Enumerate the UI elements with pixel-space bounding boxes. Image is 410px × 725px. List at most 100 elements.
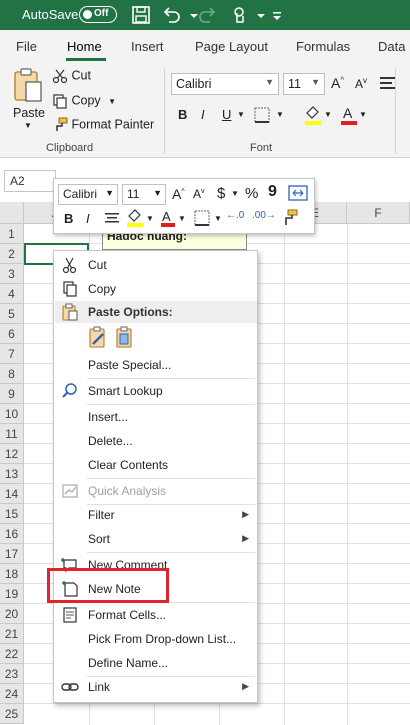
decrease-decimal-button[interactable]: .00→ xyxy=(252,210,276,221)
increase-decimal-button[interactable]: ←.0 xyxy=(226,210,244,221)
mini-fill-dropdown-icon[interactable]: ▼ xyxy=(146,214,154,223)
menu-item-quick-analysis[interactable]: Quick Analysis xyxy=(55,479,257,503)
menu-item-insert[interactable]: Insert... xyxy=(55,405,257,429)
name-box[interactable]: A2 xyxy=(4,170,56,192)
tab-home[interactable]: Home xyxy=(67,39,102,54)
row-header[interactable]: 3 xyxy=(0,264,24,284)
undo-icon[interactable] xyxy=(160,4,182,26)
paste-button[interactable]: Paste ▼ xyxy=(12,68,48,130)
touch-mode-icon[interactable] xyxy=(228,4,250,26)
row-header[interactable]: 14 xyxy=(0,484,24,504)
row-header[interactable]: 25 xyxy=(0,704,24,724)
tab-data[interactable]: Data xyxy=(378,39,405,54)
underline-dropdown-icon[interactable]: ▼ xyxy=(237,110,245,119)
row-header[interactable]: 12 xyxy=(0,444,24,464)
mini-borders-dropdown-icon[interactable]: ▼ xyxy=(214,214,222,223)
mini-fill-color-icon[interactable] xyxy=(126,208,144,231)
touch-dropdown-icon[interactable] xyxy=(250,4,265,26)
menu-item-cut[interactable]: Cut xyxy=(55,253,257,277)
mini-bold-button[interactable]: B xyxy=(64,211,73,226)
mini-italic-button[interactable]: I xyxy=(86,211,90,226)
mini-align-icon[interactable] xyxy=(104,210,120,229)
menu-item-smart-lookup[interactable]: Smart Lookup xyxy=(55,379,257,403)
paste-option-default[interactable] xyxy=(114,326,138,352)
comma-style-button[interactable]: 9 xyxy=(268,183,277,201)
bold-button[interactable]: B xyxy=(178,107,187,122)
menu-item-paste-special[interactable]: Paste Special... xyxy=(55,353,257,377)
grow-font-button[interactable]: A^ xyxy=(331,75,344,91)
menu-item-link[interactable]: Link ▶ xyxy=(55,675,257,699)
row-header[interactable]: 6 xyxy=(0,324,24,344)
row-header[interactable]: 21 xyxy=(0,624,24,644)
tab-formulas[interactable]: Formulas xyxy=(296,39,350,54)
row-header[interactable]: 2 xyxy=(0,244,24,264)
column-header[interactable]: F xyxy=(347,202,410,224)
menu-item-pick-from-list[interactable]: Pick From Drop-down List... xyxy=(55,627,257,651)
currency-dropdown-icon[interactable]: ▼ xyxy=(231,189,239,198)
paste-option-keep-formatting[interactable] xyxy=(87,326,111,352)
row-header[interactable]: 22 xyxy=(0,644,24,664)
shrink-font-button[interactable]: Av xyxy=(355,76,367,91)
row-header[interactable]: 16 xyxy=(0,524,24,544)
menu-item-format-cells[interactable]: Format Cells... xyxy=(55,603,257,627)
customize-qat-icon[interactable] xyxy=(266,4,281,26)
merge-center-icon[interactable] xyxy=(288,184,308,205)
select-all-corner[interactable] xyxy=(0,202,24,224)
row-header[interactable]: 13 xyxy=(0,464,24,484)
menu-item-delete[interactable]: Delete... xyxy=(55,429,257,453)
mini-font-color-icon[interactable]: A xyxy=(160,208,176,231)
row-header[interactable]: 23 xyxy=(0,664,24,684)
mini-format-painter-icon[interactable] xyxy=(280,209,298,230)
row-header[interactable]: 10 xyxy=(0,404,24,424)
percent-button[interactable]: % xyxy=(245,185,258,202)
row-header[interactable]: 8 xyxy=(0,364,24,384)
toggle-knob xyxy=(83,10,92,19)
menu-item-copy[interactable]: Copy xyxy=(55,277,257,301)
italic-button[interactable]: I xyxy=(201,107,205,122)
mini-borders-icon[interactable] xyxy=(193,209,211,230)
fill-dropdown-icon[interactable]: ▼ xyxy=(324,110,332,119)
row-header[interactable]: 15 xyxy=(0,504,24,524)
font-color-dropdown-icon[interactable]: ▼ xyxy=(359,110,367,119)
grow-font-icon[interactable]: A^ xyxy=(172,186,185,202)
font-color-icon[interactable]: A xyxy=(340,104,358,126)
cut-button[interactable]: Cut xyxy=(52,68,91,84)
row-header[interactable]: 20 xyxy=(0,604,24,624)
row-header[interactable]: 24 xyxy=(0,684,24,704)
undo-dropdown-icon[interactable] xyxy=(183,4,198,26)
tab-page-layout[interactable]: Page Layout xyxy=(195,39,268,54)
copy-button[interactable]: Copy ▼ xyxy=(52,93,116,109)
menu-item-sort[interactable]: Sort ▶ xyxy=(55,527,257,551)
font-name-box[interactable]: Calibri ▼ xyxy=(171,73,279,95)
menu-item-clear-contents[interactable]: Clear Contents xyxy=(55,453,257,477)
format-painter-button[interactable]: Format Painter xyxy=(52,117,154,133)
underline-button[interactable]: U xyxy=(222,107,231,122)
row-header[interactable]: 18 xyxy=(0,564,24,584)
fill-color-icon[interactable] xyxy=(303,104,323,126)
mini-font-color-dropdown-icon[interactable]: ▼ xyxy=(178,214,186,223)
borders-dropdown-icon[interactable]: ▼ xyxy=(276,110,284,119)
row-header[interactable]: 7 xyxy=(0,344,24,364)
tab-insert[interactable]: Insert xyxy=(131,39,164,54)
row-header[interactable]: 19 xyxy=(0,584,24,604)
autosave-toggle[interactable]: Off xyxy=(79,6,117,23)
save-icon[interactable] xyxy=(130,4,152,26)
menu-item-label: Paste Special... xyxy=(88,358,172,372)
tab-file[interactable]: File xyxy=(16,39,37,54)
shrink-font-icon[interactable]: Av xyxy=(193,187,205,201)
currency-button[interactable]: $ xyxy=(217,185,225,202)
font-size-box[interactable]: 11 ▼ xyxy=(283,73,325,95)
copy-label: Copy xyxy=(71,93,101,108)
row-header[interactable]: 9 xyxy=(0,384,24,404)
redo-icon[interactable] xyxy=(197,4,219,26)
row-header[interactable]: 1 xyxy=(0,224,24,244)
borders-icon[interactable] xyxy=(253,106,271,124)
menu-item-filter[interactable]: Filter ▶ xyxy=(55,503,257,527)
row-header[interactable]: 17 xyxy=(0,544,24,564)
menu-item-define-name[interactable]: Define Name... xyxy=(55,651,257,675)
row-header[interactable]: 4 xyxy=(0,284,24,304)
row-header[interactable]: 5 xyxy=(0,304,24,324)
mini-font-size-box[interactable]: 11 ▼ xyxy=(122,184,166,205)
mini-font-name-box[interactable]: Calibri ▼ xyxy=(58,184,118,205)
row-header[interactable]: 11 xyxy=(0,424,24,444)
